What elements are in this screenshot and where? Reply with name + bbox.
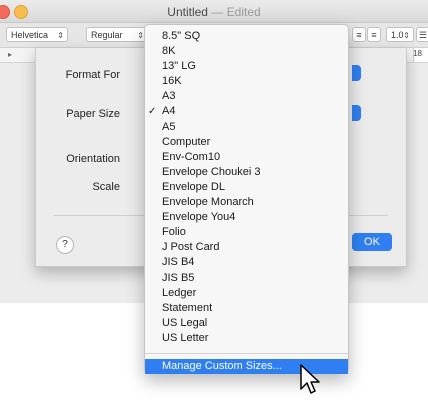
menu-item[interactable]: Folio [145,225,348,240]
menu-item-label: A4 [162,105,176,118]
menu-item-label: A5 [162,120,176,133]
popup-arrows-icon: ⇕ [57,31,64,40]
menu-item-label: 8K [162,45,176,58]
orientation-label: Orientation [66,153,120,165]
menu-item[interactable]: US Letter [145,331,348,346]
format-for-popup[interactable] [352,65,361,81]
menu-item[interactable]: Statement [145,301,348,316]
tab-marker-icon[interactable]: ▸ [8,50,12,59]
font-style-popup[interactable]: Regular ⇕ [86,27,148,42]
menu-item-label: A3 [162,90,176,103]
align-full-icon: ≡ [371,30,377,40]
menu-item[interactable]: Env-Com10 [145,150,348,165]
menu-item[interactable]: A3 [145,89,348,104]
menu-item-label: Envelope Monarch [162,196,254,209]
menu-item-label: US Letter [162,331,209,344]
menu-item-label: Folio [162,226,186,239]
menu-item-label: Statement [162,301,213,314]
align-full-button[interactable]: ≡ [367,27,381,42]
menu-item-label: US Legal [162,316,208,329]
list-icon: ☰ [418,30,428,40]
menu-item[interactable]: Ledger [145,286,348,301]
menu-item-label: 13" LG [162,60,196,73]
document-name: Untitled [167,5,208,19]
menu-item-label: Envelope Choukei 3 [162,165,261,178]
menu-item[interactable]: Envelope Choukei 3 [145,165,348,180]
list-button[interactable]: ☰ [416,27,428,42]
menu-item[interactable]: Envelope Monarch [145,195,348,210]
menu-item[interactable]: JIS B5 [145,271,348,286]
menu-item[interactable]: Computer [145,135,348,150]
help-button[interactable]: ? [56,236,74,254]
align-justify-icon: ≡ [356,30,362,40]
menu-item-label: 16K [162,75,182,88]
menu-item[interactable]: J Post Card [145,240,348,255]
format-for-label: Format For [65,69,120,81]
menu-item-label: Ledger [162,286,197,299]
menu-item-label: J Post Card [162,241,220,254]
window-title: Untitled — Edited [0,5,428,19]
menu-separator [145,352,348,354]
menu-item-label: Envelope You4 [162,211,236,224]
menu-item[interactable]: US Legal [145,316,348,331]
edited-status: — Edited [211,5,261,19]
scale-label: Scale [92,181,120,193]
menu-item-label: Computer [162,135,211,148]
menu-item[interactable]: A5 [145,120,348,135]
ok-button[interactable]: OK [352,233,392,251]
paper-size-label: Paper Size [66,108,120,120]
menu-item-label: JIS B5 [162,271,195,284]
paper-size-popup[interactable] [352,105,361,121]
paper-size-menu: 8.5" SQ 8K 13" LG 16K A3 ✓ A4 A5 Computer Env-Com… [144,24,349,375]
font-style-value: Regular [91,30,123,40]
menu-item[interactable]: 8K [145,44,348,59]
menu-item[interactable]: ✓ A4 [145,104,348,119]
menu-item[interactable]: 16K [145,74,348,89]
menu-item[interactable]: Envelope You4 [145,210,348,225]
popup-arrows-icon: ⇕ [137,31,144,40]
font-family-value: Helvetica [11,30,49,40]
menu-item-label: JIS B4 [162,256,195,269]
mouse-pointer-icon [300,364,320,394]
menu-item[interactable]: 8.5" SQ [145,29,348,44]
menu-items: 8.5" SQ 8K 13" LG 16K A3 ✓ A4 A5 Computer Env-Com… [145,29,348,346]
checkmark-icon: ✓ [148,106,157,118]
menu-item-label: Envelope DL [162,180,225,193]
popup-arrows-icon: ⇕ [403,31,410,40]
title-bar: Untitled — Edited [0,0,428,23]
ruler-number: 18 [413,49,422,58]
menu-item-label: 8.5" SQ [162,30,201,42]
line-spacing-popup[interactable]: 1.0 ⇕ [386,27,414,42]
menu-item-label: Env-Com10 [162,150,221,163]
menu-item[interactable]: JIS B4 [145,255,348,270]
menu-item[interactable]: 13" LG [145,59,348,74]
menu-item[interactable]: Envelope DL [145,180,348,195]
align-justify-button[interactable]: ≡ [352,27,366,42]
font-family-popup[interactable]: Helvetica ⇕ [6,27,68,42]
line-spacing-value: 1.0 [391,30,404,40]
